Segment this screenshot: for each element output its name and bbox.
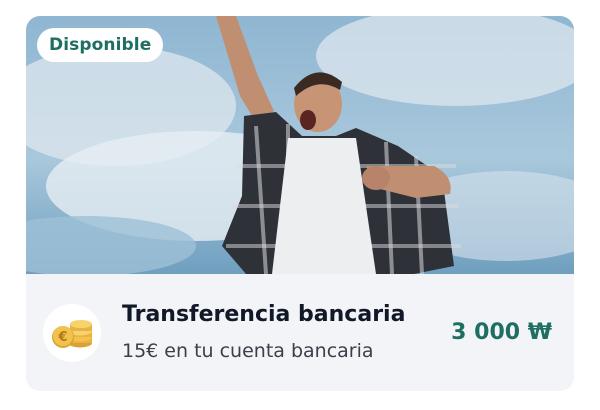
status-badge: Disponible xyxy=(37,28,164,62)
offer-details: € Transferencia bancaria 15€ en tu cuent… xyxy=(26,274,574,391)
status-badge-label: Disponible xyxy=(49,35,152,55)
hero-image: Disponible xyxy=(26,16,574,274)
offer-card[interactable]: Disponible € Transferencia bancaria 15€ … xyxy=(26,16,574,391)
offer-price: 3 000 ₩ xyxy=(451,320,552,345)
euro-coins-icon: € xyxy=(43,304,101,362)
offer-subtitle: 15€ en tu cuenta bancaria xyxy=(122,340,374,362)
svg-text:€: € xyxy=(57,330,67,345)
offer-title: Transferencia bancaria xyxy=(122,302,406,327)
